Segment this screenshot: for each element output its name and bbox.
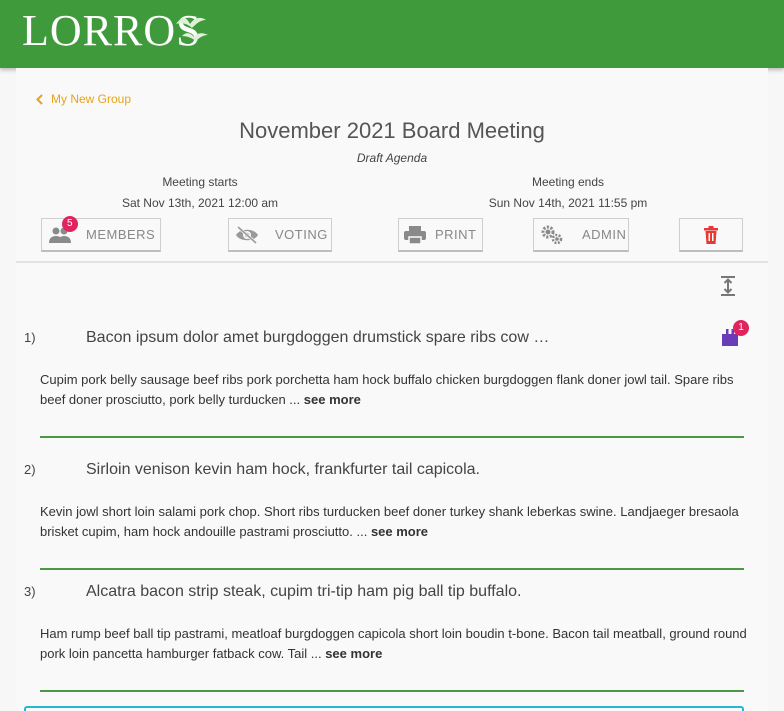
agenda-item-divider	[40, 568, 744, 570]
print-label: PRINT	[435, 227, 477, 242]
meeting-title: November 2021 Board Meeting	[239, 118, 545, 143]
agenda-item-body: Ham rump beef ball tip pastrami, meatloa…	[40, 624, 760, 664]
members-label: MEMBERS	[86, 227, 156, 242]
admin-label: ADMIN	[582, 227, 627, 242]
birds-icon	[176, 17, 208, 41]
agenda-status: Draft Agenda	[356, 151, 428, 165]
meeting-end-label: Meeting ends	[531, 175, 605, 189]
see-more-link[interactable]: see more	[371, 524, 428, 539]
see-more-link[interactable]: see more	[304, 392, 361, 407]
agenda-item-description: Cupim pork belly sausage beef ribs pork …	[40, 372, 734, 407]
toolbar-divider	[16, 261, 768, 263]
agenda-item-body: Cupim pork belly sausage beef ribs pork …	[40, 370, 760, 410]
back-link[interactable]: My New Group	[36, 92, 131, 106]
trash-icon	[704, 225, 718, 244]
agenda-item-number: 3)	[24, 584, 36, 599]
gears-icon	[541, 225, 563, 244]
voting-button[interactable]: VOTING	[228, 218, 332, 252]
add-item-box[interactable]	[24, 706, 744, 711]
delete-button[interactable]	[679, 218, 743, 252]
meeting-start: Meeting starts Sat Nov 13th, 2021 12:00 …	[85, 172, 315, 214]
members-count-badge: 5	[62, 216, 78, 232]
chevron-left-icon	[36, 93, 43, 105]
meeting-end-value: Sun Nov 14th, 2021 11:55 pm	[488, 196, 648, 210]
agenda-item-divider	[40, 436, 744, 438]
meeting-page: My New Group November 2021 Board Meeting…	[16, 68, 768, 711]
agenda-item-body: Kevin jowl short loin salami pork chop. …	[40, 502, 760, 542]
agenda-item-number: 1)	[24, 330, 36, 345]
printer-icon	[404, 225, 426, 245]
agenda-item-title[interactable]: Alcatra bacon strip steak, cupim tri-tip…	[86, 583, 521, 601]
agenda-item-description: Ham rump beef ball tip pastrami, meatloa…	[40, 626, 747, 661]
meeting-end: Meeting ends Sun Nov 14th, 2021 11:55 pm	[453, 172, 683, 214]
admin-button[interactable]: ADMIN	[533, 218, 629, 252]
meeting-start-value: Sat Nov 13th, 2021 12:00 am	[121, 196, 279, 210]
see-more-link[interactable]: see more	[325, 646, 382, 661]
voting-label: VOTING	[275, 227, 328, 242]
agenda-item-divider	[40, 690, 744, 692]
attachment-count-badge: 1	[733, 320, 749, 336]
agenda-item-title[interactable]: Bacon ipsum dolor amet burgdoggen drumst…	[86, 329, 549, 347]
agenda-item-title[interactable]: Sirloin venison kevin ham hock, frankfur…	[86, 461, 480, 479]
print-button[interactable]: PRINT	[398, 218, 483, 252]
top-app-bar: LORROS	[0, 0, 784, 68]
eye-off-icon	[236, 225, 258, 244]
attachment-button[interactable]: 1	[722, 320, 749, 351]
expand-all-icon[interactable]	[716, 274, 740, 298]
agenda-item-number: 2)	[24, 462, 36, 477]
lorros-logo[interactable]: LORROS	[22, 6, 208, 56]
back-link-label: My New Group	[51, 92, 132, 106]
meeting-start-label: Meeting starts	[162, 175, 238, 189]
members-button[interactable]: 5 MEMBERS	[41, 216, 161, 252]
